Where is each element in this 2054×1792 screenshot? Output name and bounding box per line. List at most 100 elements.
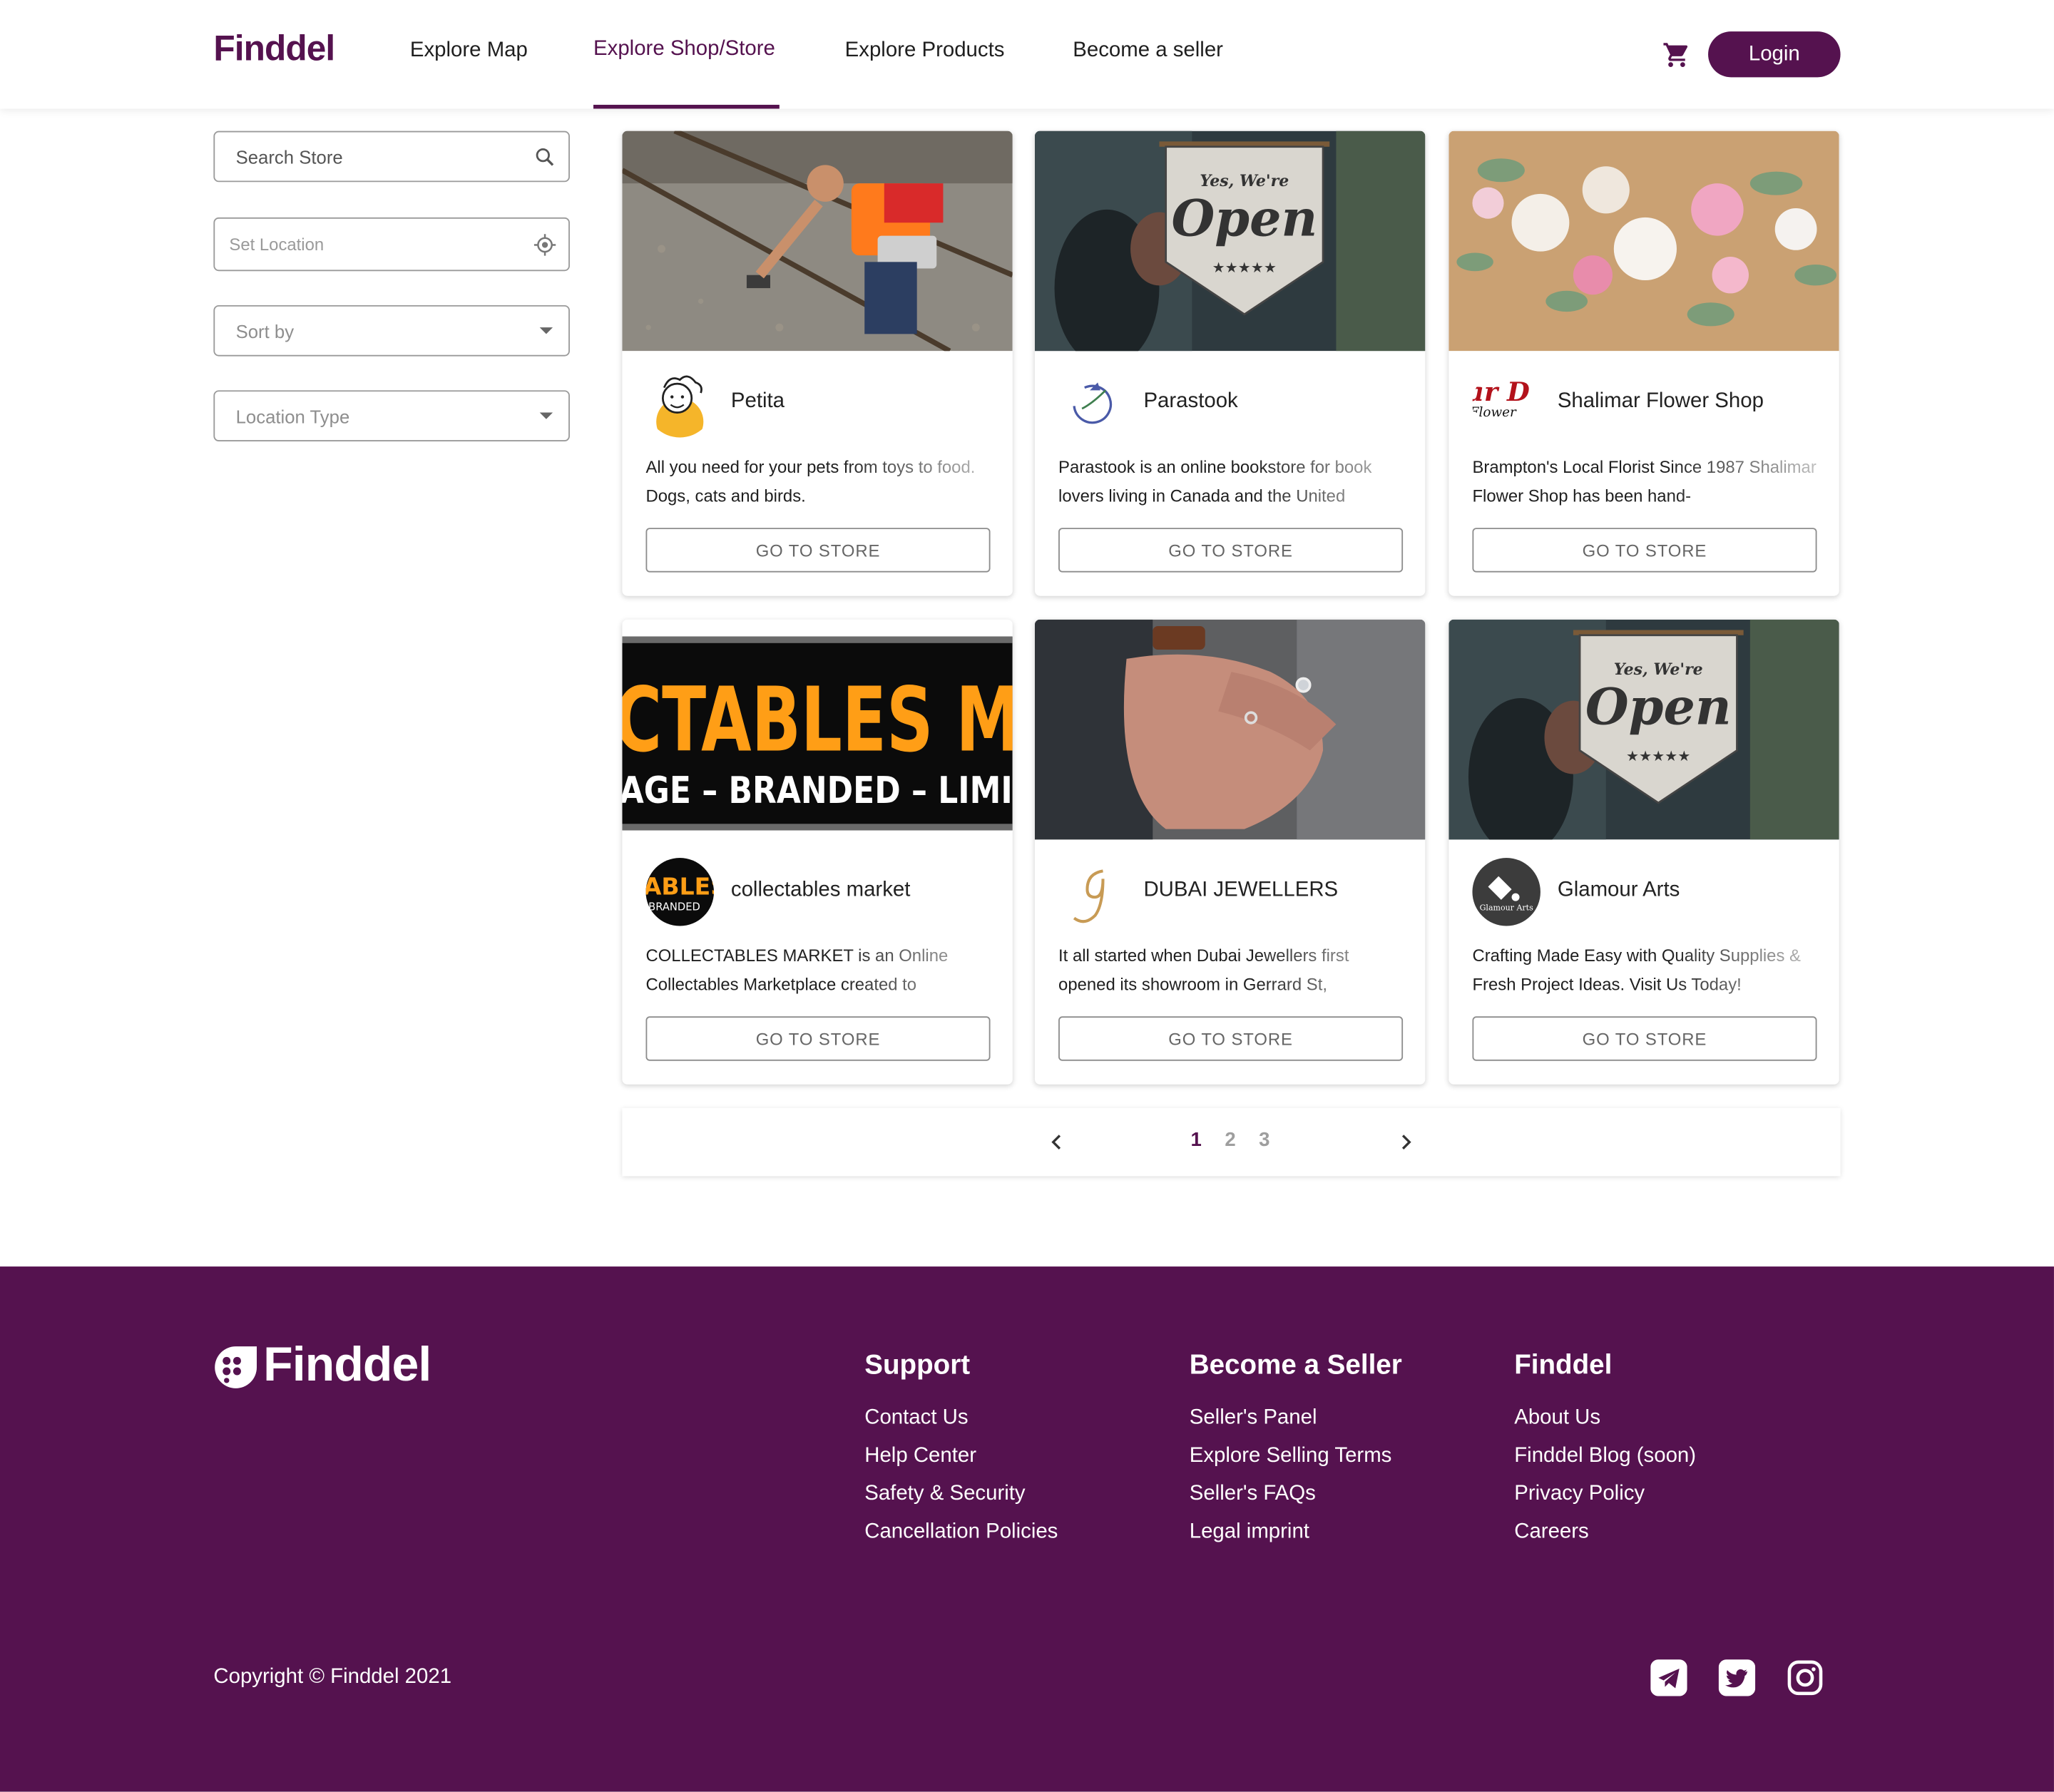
store-cover-image xyxy=(1448,130,1839,352)
footer-link[interactable]: Privacy Policy xyxy=(1514,1475,1696,1512)
store-description: Crafting Made Easy with Quality Supplies… xyxy=(1472,946,1801,995)
open-sign-line1: Yes, We're xyxy=(1200,172,1289,190)
go-to-store-button[interactable]: GO TO STORE xyxy=(645,1016,991,1061)
open-sign-line1: Yes, We're xyxy=(1614,660,1703,679)
svg-text:★★★★★: ★★★★★ xyxy=(1626,749,1691,764)
page-1[interactable]: 1 xyxy=(1191,1129,1202,1151)
store-logo-avatar xyxy=(1058,858,1127,926)
go-to-store-button[interactable]: GO TO STORE xyxy=(1472,528,1817,573)
store-description: Parastook is an online bookstore for boo… xyxy=(1058,457,1372,506)
banner-line2: AGE – BRANDED – LIMI xyxy=(622,769,1012,812)
store-name[interactable]: Glamour Arts xyxy=(1558,879,1680,902)
sort-by-placeholder: Sort by xyxy=(235,320,295,342)
store-cover-image: CTABLES M AGE – BRANDED – LIMI xyxy=(622,619,1013,840)
store-card: Yes, We're Open ★★★★★ Glamour Arts Glamo… xyxy=(1448,619,1839,1085)
footer-link[interactable]: Cancellation Policies xyxy=(864,1512,1058,1550)
footer-link[interactable]: Help Center xyxy=(864,1437,1058,1475)
instagram-icon[interactable] xyxy=(1787,1659,1823,1696)
footer-link[interactable]: Contact Us xyxy=(864,1399,1058,1437)
store-name[interactable]: Petita xyxy=(731,390,785,414)
twitter-icon[interactable] xyxy=(1718,1659,1756,1696)
footer-link[interactable]: Careers xyxy=(1514,1512,1696,1550)
store-description: It all started when Dubai Jewellers firs… xyxy=(1058,946,1349,995)
shalimar-logo-text: Flower xyxy=(1472,405,1517,420)
footer-link[interactable]: Seller's FAQs xyxy=(1190,1475,1402,1512)
store-name[interactable]: Shalimar Flower Shop xyxy=(1558,390,1764,414)
nav-explore-map[interactable]: Explore Map xyxy=(410,39,528,63)
copyright: Copyright © Finddel 2021 xyxy=(213,1666,452,1689)
cart-icon[interactable] xyxy=(1662,41,1691,69)
footer-link[interactable]: Safety & Security xyxy=(864,1475,1058,1512)
finddel-logo[interactable]: Finddel xyxy=(213,29,335,69)
pagination: 1 2 3 xyxy=(622,1107,1841,1177)
footer-heading: Support xyxy=(864,1350,971,1381)
footer-column-finddel: Finddel About Us Finddel Blog (soon) Pri… xyxy=(1514,1351,1696,1551)
open-sign-line2: Open xyxy=(1172,190,1318,248)
store-name[interactable]: collectables market xyxy=(731,879,911,902)
store-logo-avatar xyxy=(1058,369,1127,438)
footer-heading: Finddel xyxy=(1514,1350,1613,1381)
store-logo-avatar xyxy=(645,369,715,438)
store-card: Petita All you need for your pets from t… xyxy=(622,130,1013,596)
glamour-logo-text: Glamour Arts xyxy=(1480,903,1533,913)
top-navbar: Finddel Explore Map Explore Shop/Store E… xyxy=(0,0,2054,109)
nav-explore-shop[interactable]: Explore Shop/Store xyxy=(593,38,775,61)
footer-column-seller: Become a Seller Seller's Panel Explore S… xyxy=(1190,1351,1402,1551)
location-type-select[interactable]: Location Type xyxy=(213,390,570,441)
collectables-logo-text: ABLES xyxy=(645,872,714,900)
store-cover-image xyxy=(1034,619,1426,840)
store-name[interactable]: Parastook xyxy=(1143,390,1237,414)
store-cover-image: Yes, We're Open ★★★★★ xyxy=(1034,130,1426,352)
store-name[interactable]: DUBAI JEWELLERS xyxy=(1143,879,1338,902)
chevron-down-icon xyxy=(539,327,553,334)
go-to-store-button[interactable]: GO TO STORE xyxy=(1058,1016,1404,1061)
nav-become-seller[interactable]: Become a seller xyxy=(1073,39,1223,63)
active-tab-indicator xyxy=(593,104,780,109)
search-store-input[interactable]: Search Store xyxy=(213,130,570,183)
collectables-logo-sub: BRANDED xyxy=(648,901,700,913)
store-description: COLLECTABLES MARKET is an Online Collect… xyxy=(645,946,949,995)
sort-by-select[interactable]: Sort by xyxy=(213,304,570,357)
chevron-down-icon xyxy=(539,412,553,419)
footer-link[interactable]: About Us xyxy=(1514,1399,1696,1437)
telegram-icon[interactable] xyxy=(1650,1659,1687,1696)
open-sign-line2: Open xyxy=(1585,678,1732,737)
location-type-placeholder: Location Type xyxy=(235,406,350,427)
store-card: ar D Flower Shalimar Flower Shop Brampto… xyxy=(1448,130,1839,596)
go-to-store-button[interactable]: GO TO STORE xyxy=(645,528,991,573)
go-to-store-button[interactable]: GO TO STORE xyxy=(1472,1016,1817,1061)
footer-link[interactable]: Seller's Panel xyxy=(1190,1399,1402,1437)
svg-text:★★★★★: ★★★★★ xyxy=(1212,260,1277,276)
login-button[interactable]: Login xyxy=(1708,31,1841,78)
crosshair-location-icon[interactable] xyxy=(533,233,557,257)
store-cover-image xyxy=(622,130,1013,352)
set-location-input[interactable]: Set Location xyxy=(213,217,570,272)
page-3[interactable]: 3 xyxy=(1259,1129,1269,1151)
store-card: Yes, We're Open ★★★★★ Parastook Parastoo… xyxy=(1034,130,1426,596)
store-card: CTABLES M AGE – BRANDED – LIMI ABLES BRA… xyxy=(622,619,1013,1085)
svg-text:ar D: ar D xyxy=(1472,377,1530,407)
go-to-store-button[interactable]: GO TO STORE xyxy=(1058,528,1404,573)
page-2[interactable]: 2 xyxy=(1225,1129,1235,1151)
store-logo-avatar: ar D Flower xyxy=(1472,369,1540,438)
search-store-placeholder: Search Store xyxy=(235,146,343,168)
store-description: All you need for your pets from toys to … xyxy=(645,457,976,506)
footer-column-support: Support Contact Us Help Center Safety & … xyxy=(864,1351,1058,1551)
footer-heading: Become a Seller xyxy=(1189,1350,1402,1381)
store-logo-avatar: ABLES BRANDED xyxy=(645,858,715,926)
store-card: DUBAI JEWELLERS It all started when Duba… xyxy=(1034,619,1426,1085)
nav-explore-products[interactable]: Explore Products xyxy=(845,39,1005,63)
set-location-placeholder: Set Location xyxy=(229,234,325,255)
search-icon[interactable] xyxy=(533,145,557,169)
footer: Finddel Support Contact Us Help Center S… xyxy=(0,1266,2054,1792)
footer-link[interactable]: Explore Selling Terms xyxy=(1190,1437,1402,1475)
store-description: Brampton's Local Florist Since 1987 Shal… xyxy=(1472,457,1817,506)
finddel-logo-icon xyxy=(215,1346,257,1388)
banner-line1: CTABLES M xyxy=(622,668,1012,772)
store-cover-image: Yes, We're Open ★★★★★ xyxy=(1448,619,1839,840)
footer-link[interactable]: Legal imprint xyxy=(1190,1512,1402,1550)
footer-logo-text: Finddel xyxy=(263,1337,431,1391)
chevron-right-icon[interactable] xyxy=(1399,1135,1412,1150)
chevron-left-icon[interactable] xyxy=(1051,1135,1063,1150)
footer-link[interactable]: Finddel Blog (soon) xyxy=(1514,1437,1696,1475)
